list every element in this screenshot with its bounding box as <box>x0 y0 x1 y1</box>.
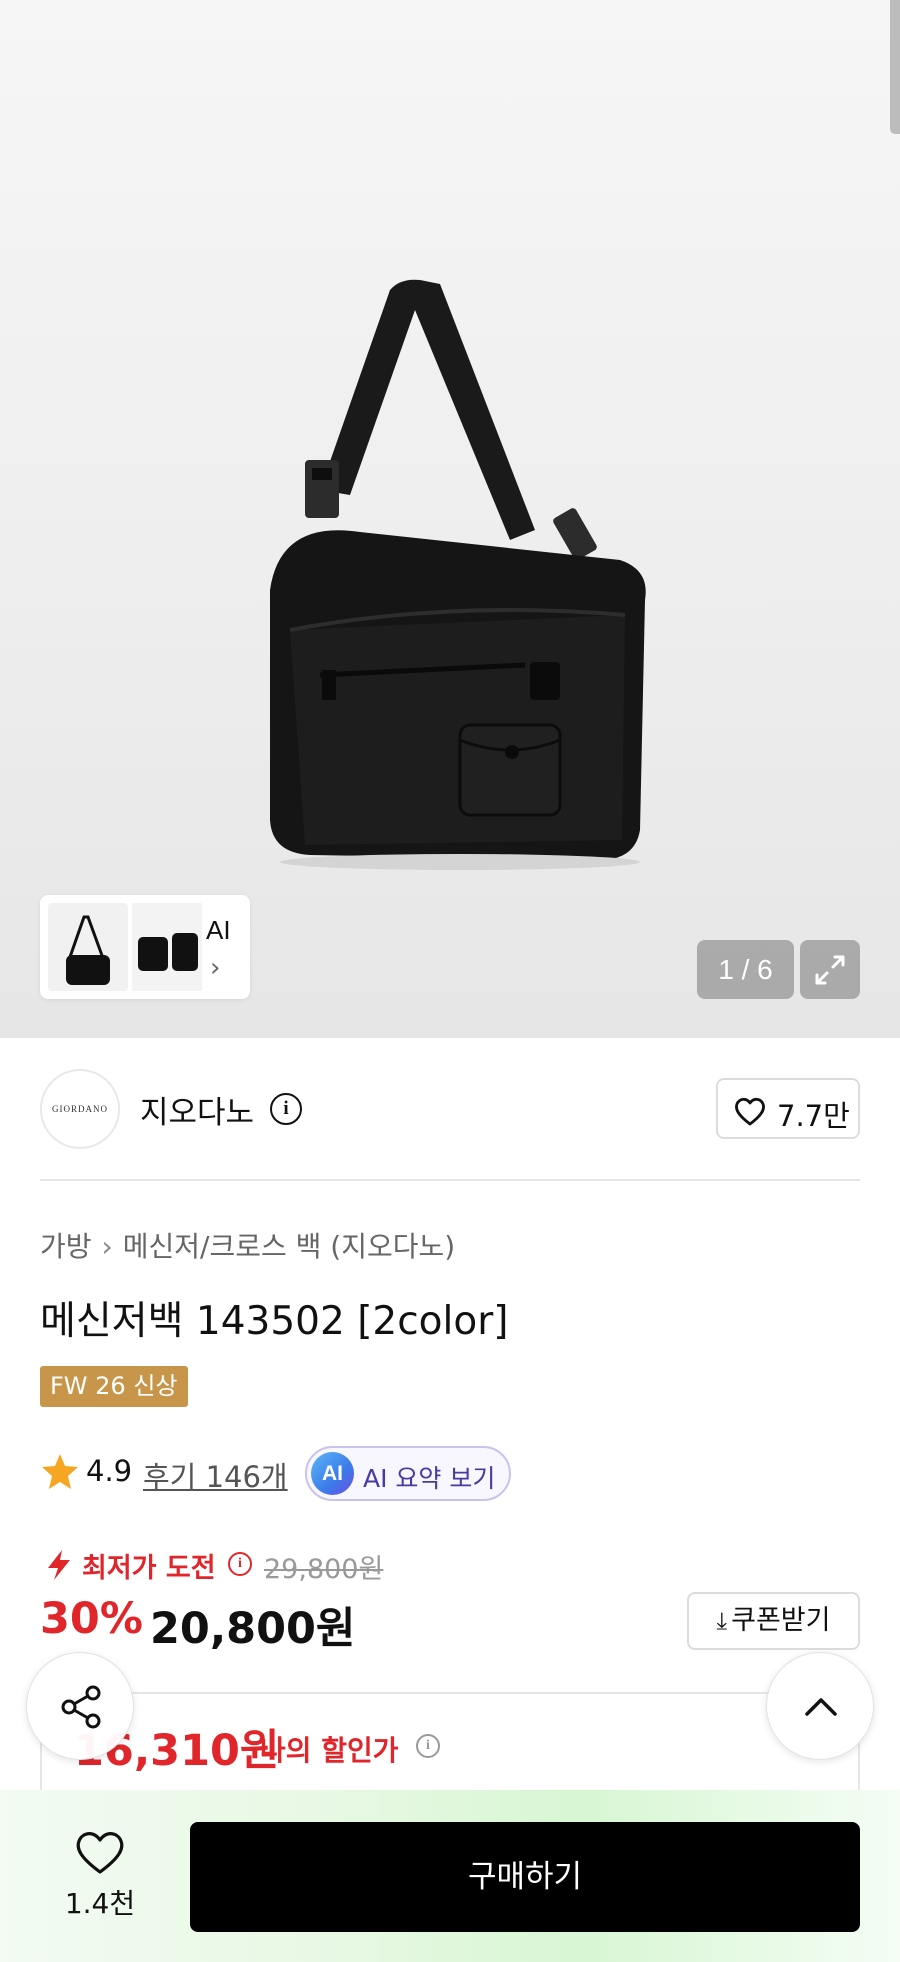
heart-icon <box>735 1097 765 1126</box>
chevron-up-icon <box>805 1698 837 1716</box>
expand-icon <box>815 955 845 985</box>
wishlist-count: 1.4천 <box>64 1887 136 1920</box>
thumbnail-strip[interactable]: AI › <box>40 895 250 999</box>
reviews-link[interactable]: 후기 146개 <box>143 1454 288 1496</box>
expand-button[interactable] <box>800 940 860 999</box>
star-icon <box>42 1454 78 1489</box>
brand-like-button[interactable]: 7.7만 <box>716 1078 860 1139</box>
wishlist-button[interactable]: 1.4천 <box>40 1828 160 1938</box>
breadcrumb-category[interactable]: 가방 <box>40 1225 92 1265</box>
ai-summary-label: AI 요약 보기 <box>363 1464 496 1493</box>
bottom-action-bar: 1.4천 구매하기 <box>0 1790 900 1962</box>
coupon-button[interactable]: ⤓ 쿠폰받기 <box>687 1592 860 1650</box>
chevron-right-icon[interactable]: › <box>210 953 220 983</box>
new-season-badge: FW 26 신상 <box>40 1366 188 1407</box>
heart-icon <box>76 1832 124 1874</box>
lowest-price-challenge: 최저가 도전 <box>82 1553 216 1584</box>
thumbnail-1[interactable] <box>48 903 128 991</box>
rating-score: 4.9 <box>86 1454 133 1488</box>
ai-summary-button[interactable]: AI AI 요약 보기 <box>305 1446 511 1501</box>
ai-badge-icon: AI <box>311 1452 354 1495</box>
breadcrumb-subcategory[interactable]: 메신저/크로스 백 (지오다노) <box>123 1225 455 1265</box>
product-title: 메신저백 143502 [2color] <box>40 1299 509 1344</box>
info-icon[interactable]: i <box>228 1552 252 1576</box>
product-image-gallery[interactable]: AI › 1 / 6 <box>0 0 900 1038</box>
breadcrumb: 가방 › 메신저/크로스 백 (지오다노) <box>40 1225 455 1265</box>
info-icon[interactable]: i <box>270 1093 302 1125</box>
discount-rate: 30% <box>40 1594 143 1644</box>
scrollbar[interactable] <box>890 0 900 134</box>
download-icon: ⤓ <box>716 1607 728 1635</box>
product-image <box>250 270 650 870</box>
share-icon <box>61 1685 101 1729</box>
sale-price: 20,800원 <box>150 1604 356 1654</box>
brand-name[interactable]: 지오다노 <box>140 1087 254 1132</box>
original-price: 29,800원 <box>264 1554 384 1585</box>
scroll-to-top-button[interactable] <box>766 1652 874 1760</box>
info-icon[interactable]: i <box>416 1734 440 1758</box>
buy-button[interactable]: 구매하기 <box>190 1822 860 1932</box>
ai-thumb-label[interactable]: AI <box>206 915 231 946</box>
my-discount-label: 나의 할인가 <box>260 1734 399 1767</box>
brand-logo[interactable]: GIORDANO <box>40 1069 120 1149</box>
lightning-icon <box>48 1550 70 1580</box>
image-counter: 1 / 6 <box>697 940 794 999</box>
divider <box>40 1179 860 1181</box>
brand-like-count: 7.7만 <box>777 1099 850 1133</box>
thumbnail-2[interactable] <box>132 903 202 991</box>
chevron-right-icon: › <box>101 1230 113 1263</box>
share-button[interactable] <box>26 1652 134 1760</box>
coupon-label: 쿠폰받기 <box>731 1605 831 1636</box>
